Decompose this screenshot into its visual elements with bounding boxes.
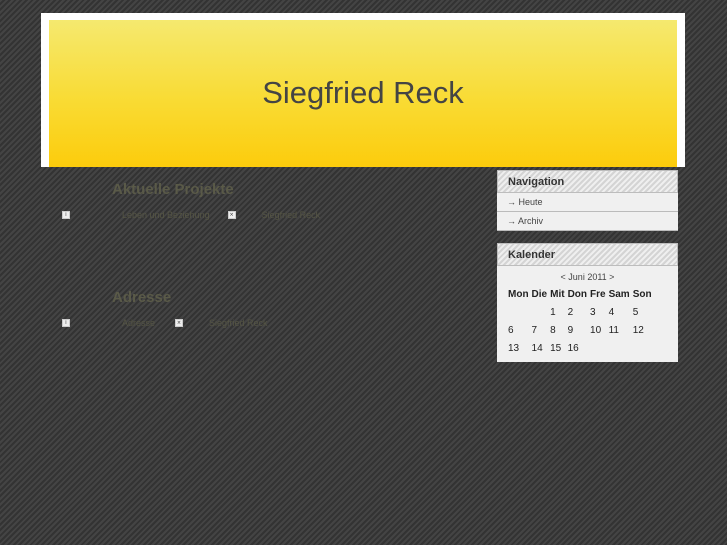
calendar-day: 10 (590, 324, 602, 336)
calendar-day (609, 339, 633, 357)
calendar-day: 14 (531, 342, 543, 354)
calendar-title: Kalender (497, 243, 678, 266)
post-category-link[interactable]: Adresse (122, 318, 155, 328)
calendar-month-nav[interactable]: < Juni 2011 > (497, 269, 678, 285)
calendar-widget: Kalender < Juni 2011 > Mon Die Mit Don F… (497, 243, 678, 362)
calendar-day: 4 (608, 306, 615, 318)
calendar-day (590, 339, 609, 357)
nav-item-archiv[interactable]: → Archiv (497, 212, 678, 231)
site-title[interactable]: Siegfried Reck (262, 75, 464, 111)
post-meta: i Leben und Beziehung × Siegfried Reck (62, 210, 320, 220)
post-author-link[interactable]: Siegfried Reck (209, 318, 268, 328)
calendar-day: 1 (550, 306, 556, 318)
post-aktuelle-projekte: Aktuelle Projekte (56, 180, 481, 200)
site-header: Siegfried Reck (41, 13, 685, 167)
calendar-table: Mon Die Mit Don Fre Sam Son 1 2 3 4 5 6 … (508, 285, 655, 357)
calendar-day: 11 (608, 324, 619, 336)
weekday-header: Die (531, 288, 548, 300)
navigation-title: Navigation (497, 170, 678, 193)
post-title[interactable]: Aktuelle Projekte (56, 180, 481, 200)
calendar-day: 3 (590, 306, 596, 318)
weekday-header: Son (632, 288, 652, 300)
calendar-day: 7 (531, 324, 538, 336)
weekday-header: Mit (550, 288, 565, 300)
calendar-day: 12 (632, 324, 644, 336)
post-meta: i Adresse × Siegfried Reck (62, 318, 268, 328)
calendar-day: 13 (508, 342, 520, 354)
post-title[interactable]: Adresse (56, 288, 481, 308)
info-icon: i (62, 211, 70, 219)
calendar-day: 9 (567, 324, 574, 336)
calendar-day: 2 (567, 306, 574, 318)
weekday-header: Don (567, 288, 588, 300)
calendar-day (508, 303, 532, 321)
post-adresse: Adresse (56, 288, 481, 308)
calendar-day (633, 339, 655, 357)
calendar-day: 5 (632, 306, 639, 318)
calendar-day: 16 (567, 342, 579, 354)
nav-item-heute[interactable]: → Heute (497, 193, 678, 212)
calendar-day: 15 (550, 342, 562, 354)
weekday-header: Sam (608, 288, 630, 300)
header-banner: Siegfried Reck (49, 20, 677, 167)
calendar-day (532, 303, 551, 321)
info-icon: i (62, 319, 70, 327)
calendar-body: < Juni 2011 > Mon Die Mit Don Fre Sam So… (497, 266, 678, 362)
calendar-day: 8 (550, 324, 556, 336)
weekday-header: Mon (508, 288, 529, 300)
post-author-link[interactable]: Siegfried Reck (262, 210, 321, 220)
post-category-link[interactable]: Leben und Beziehung (122, 210, 210, 220)
navigation-widget: Navigation → Heute → Archiv (497, 170, 678, 231)
close-icon: × (175, 319, 184, 327)
close-icon: × (227, 211, 236, 219)
calendar-day: 6 (508, 324, 514, 336)
weekday-header: Fre (590, 288, 606, 300)
